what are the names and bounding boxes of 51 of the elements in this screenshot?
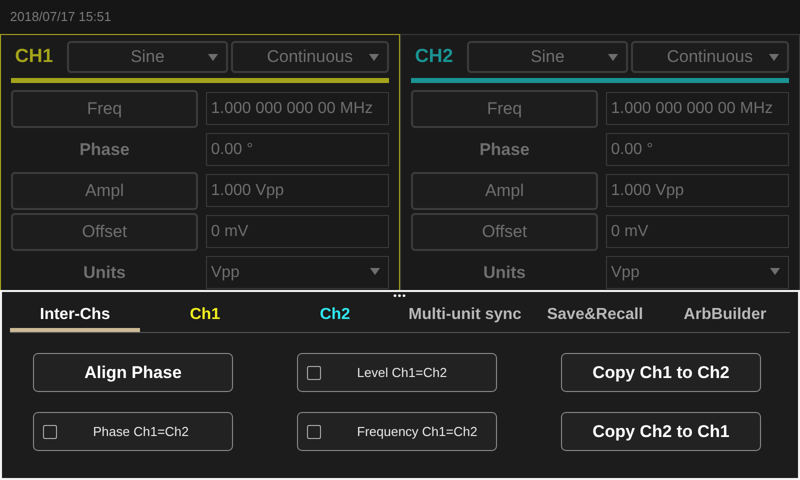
parameter-button[interactable]: Ampl: [11, 172, 198, 210]
checkbox-button[interactable]: Phase Ch1=Ch2: [33, 412, 233, 451]
value-field[interactable]: 0 mV: [606, 215, 789, 248]
action-button[interactable]: Align Phase: [33, 353, 233, 392]
tab[interactable]: Inter-Chs: [10, 301, 140, 332]
dropdown-arrow-icon: [608, 54, 618, 60]
parameter-button[interactable]: Freq: [11, 90, 198, 128]
parameter-button[interactable]: Offset: [11, 212, 198, 250]
units-dropdown[interactable]: Vpp: [606, 256, 789, 289]
dropdown-arrow-icon: [370, 268, 380, 275]
value-field[interactable]: 1.000 Vpp: [206, 174, 389, 207]
checkbox[interactable]: [307, 366, 321, 380]
tab[interactable]: Save&Recall: [530, 301, 660, 332]
checkbox-label: Level Ch1=Ch2: [357, 365, 447, 380]
value-field[interactable]: 0.00 °: [206, 133, 389, 166]
checkbox-label: Phase Ch1=Ch2: [93, 424, 189, 439]
parameter-button[interactable]: Offset: [411, 212, 598, 250]
mode-dropdown[interactable]: Continuous: [630, 40, 789, 72]
parameter-label: Units: [82, 262, 127, 282]
dropdown-arrow-icon: [369, 54, 379, 60]
units-dropdown[interactable]: Vpp: [206, 256, 389, 289]
parameter-label: Units: [482, 262, 527, 282]
checkbox-button[interactable]: Level Ch1=Ch2: [297, 353, 497, 392]
tab[interactable]: Ch1: [140, 301, 270, 332]
parameter-button[interactable]: Ampl: [411, 172, 598, 210]
action-button[interactable]: Copy Ch2 to Ch1: [561, 412, 761, 451]
date-time: 2018/07/17 15:51: [9, 8, 112, 26]
value-field[interactable]: 0 mV: [206, 215, 389, 248]
tab[interactable]: Multi-unit sync: [400, 301, 530, 332]
dropdown-arrow-icon: [770, 268, 780, 275]
action-button[interactable]: Copy Ch1 to Ch2: [561, 353, 761, 392]
checkbox[interactable]: [307, 424, 321, 438]
value-field[interactable]: 1.000 000 000 00 MHz: [606, 92, 789, 125]
tab[interactable]: Ch2: [270, 301, 400, 332]
value-field[interactable]: 1.000 000 000 00 MHz: [206, 92, 389, 125]
channel-label: CH2: [414, 46, 454, 68]
parameter-button[interactable]: Freq: [411, 90, 598, 128]
parameter-label: Phase: [78, 140, 131, 160]
value-field[interactable]: 0.00 °: [606, 133, 789, 166]
dropdown-arrow-icon: [769, 54, 779, 60]
tab[interactable]: ArbBuilder: [660, 301, 790, 332]
dropdown-arrow-icon: [208, 54, 218, 60]
waveform-dropdown[interactable]: Sine: [67, 40, 228, 72]
mode-dropdown[interactable]: Continuous: [230, 40, 389, 72]
checkbox-label: Frequency Ch1=Ch2: [357, 424, 478, 439]
checkbox-button[interactable]: Frequency Ch1=Ch2: [297, 412, 497, 451]
channel-label: CH1: [14, 46, 54, 68]
waveform-dropdown[interactable]: Sine: [467, 40, 628, 72]
value-field[interactable]: 1.000 Vpp: [606, 174, 789, 207]
checkbox[interactable]: [43, 424, 57, 438]
parameter-label: Phase: [478, 140, 531, 160]
